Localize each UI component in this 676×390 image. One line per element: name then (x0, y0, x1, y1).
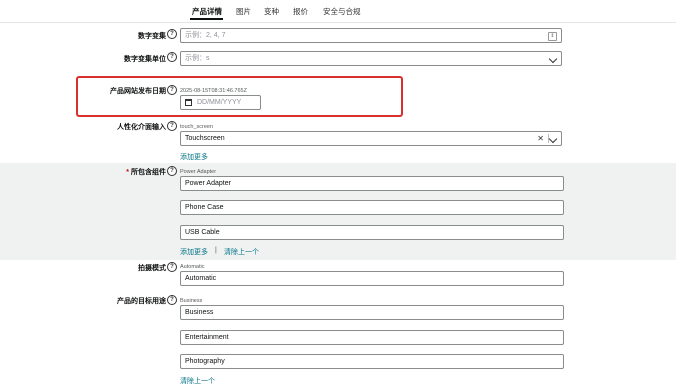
number-unit-placeholder: 示例：s (185, 55, 210, 62)
included-component-input[interactable]: Power Adapter (180, 176, 564, 191)
hci-input-label: 人性化介面输入 (117, 124, 166, 131)
intended-use-input[interactable]: Entertainment (180, 330, 564, 345)
tab-images[interactable]: 图片 (236, 6, 251, 17)
help-icon[interactable]: ? (167, 29, 177, 39)
included-add-more-link[interactable]: 添加更多 (180, 247, 208, 257)
mode-label: 拍摄模式 (138, 265, 166, 272)
hci-add-more-link[interactable]: 添加更多 (180, 152, 208, 162)
tab-bar: 产品详情 图片 变种 报价 安全与合规 (0, 0, 676, 23)
intended-use-label: 产品的目标用途 (117, 298, 166, 305)
number-unit-select[interactable]: 示例：s (180, 51, 562, 66)
active-tab-indicator (190, 18, 223, 20)
included-component-input[interactable]: USB Cable (180, 225, 564, 240)
chevron-down-icon (548, 54, 558, 64)
help-icon[interactable]: ? (167, 295, 177, 305)
highlight-box (76, 76, 403, 117)
included-components-label: * 所包含组件 (126, 167, 166, 177)
number-set-placeholder: 示例：2, 4, 7 (185, 32, 226, 39)
included-remove-last-link[interactable]: 清除上一个 (224, 247, 259, 257)
tab-product-details[interactable]: 产品详情 (192, 6, 222, 17)
help-icon[interactable]: ? (167, 121, 177, 131)
tab-offer[interactable]: 报价 (293, 6, 308, 17)
included-component-input[interactable]: Phone Case (180, 200, 564, 215)
intended-use-hint: Business (180, 298, 203, 304)
included-components-label-text: 所包含组件 (131, 169, 166, 176)
required-mark: * (126, 169, 129, 176)
chevron-down-icon[interactable] (548, 134, 558, 144)
hci-input-value: Touchscreen (185, 135, 225, 142)
mode-input[interactable]: Automatic (180, 271, 564, 286)
close-icon[interactable]: ✕ (537, 132, 544, 145)
tab-safety-compliance[interactable]: 安全与合规 (323, 6, 361, 17)
intended-use-remove-last-link[interactable]: 清除上一个 (180, 376, 215, 386)
number-unit-label: 数字变集单位 (124, 56, 166, 63)
number-set-input[interactable]: 示例：2, 4, 7 ⇕ (180, 28, 562, 43)
included-components-hint: Power Adapter (180, 169, 217, 175)
mode-hint: Automatic (180, 264, 205, 270)
help-icon[interactable]: ? (167, 262, 177, 272)
number-set-label: 数字变集 (138, 33, 166, 40)
intended-use-input[interactable]: Photography (180, 354, 564, 369)
stepper-icon[interactable]: ⇕ (548, 32, 557, 41)
hci-input-select[interactable]: Touchscreen ✕ (180, 131, 562, 146)
help-icon[interactable]: ? (167, 52, 177, 62)
intended-use-input[interactable]: Business (180, 305, 564, 320)
help-icon[interactable]: ? (167, 166, 177, 176)
hci-input-hint: touch_screen (180, 124, 214, 130)
tab-variations[interactable]: 变种 (264, 6, 279, 17)
link-separator: | (215, 247, 217, 254)
